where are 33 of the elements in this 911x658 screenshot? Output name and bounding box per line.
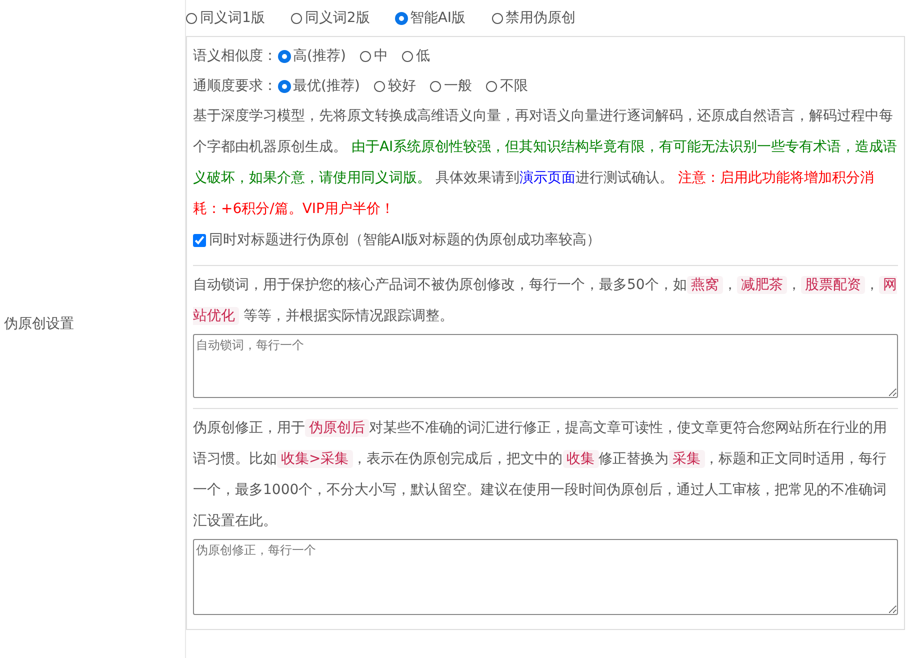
radio-button[interactable] — [430, 80, 441, 92]
radio-button[interactable] — [279, 50, 290, 62]
radio-button[interactable] — [186, 12, 197, 24]
checkbox[interactable] — [193, 234, 206, 246]
radio-label[interactable]: 禁用伪原创 — [506, 9, 576, 27]
radio-label[interactable]: 一般 — [444, 77, 472, 95]
radio-button[interactable] — [374, 80, 385, 92]
radio-label[interactable]: 同义词1版 — [200, 9, 265, 27]
demo-page-link[interactable]: 演示页面 — [519, 170, 576, 186]
radio-button[interactable] — [360, 50, 371, 62]
radio-button[interactable] — [492, 12, 503, 24]
radio-label[interactable]: 同义词2版 — [304, 9, 370, 27]
setting-label: 语义相似度： — [193, 47, 277, 65]
lock-words-field[interactable]: 自动锁词，每行一个 — [193, 334, 898, 398]
radio-button[interactable] — [290, 12, 302, 24]
corrections-field[interactable]: 伪原创修正，每行一个 — [193, 539, 898, 615]
radio-button[interactable] — [402, 50, 413, 62]
description-text: 基于深度学习模型，先将原文转换成高维语义向量，再对语义向量进行逐词解码，还原成自然语言，解码过程中每个字都由机器原创生成。 由于AI系统原创性较强，但其知识结构毕竟有限，有可能无法识别一些专有术语，造成语义破坏，如果介意，请使用同义词版。 具体效果请到演示页面进行测试确认。 注意：启用此功能将增加积分消耗：+6积分/篇。VIP用户半价！ — [193, 107, 898, 219]
radio-label[interactable]: 高(推荐) — [293, 47, 346, 65]
radio-button[interactable] — [279, 80, 290, 92]
radio-button[interactable] — [486, 80, 497, 92]
radio-label[interactable]: 最优(推荐) — [293, 77, 360, 95]
lock-words-description: 自动锁词，用于保护您的核心产品词不被伪原创修改，每行一个，最多50个，如 燕窝 ， 减肥茶 ， 股票配资 ， 网站优化 等等，并根据实际情况跟踪调整。 — [193, 275, 898, 327]
radio-button[interactable] — [396, 12, 407, 24]
radio-label[interactable]: 中 — [374, 47, 388, 65]
radio-label[interactable]: 较好 — [388, 77, 416, 95]
setting-label: 通顺度要求： — [193, 77, 277, 95]
radio-label[interactable]: 低 — [416, 47, 430, 65]
radio-label[interactable]: 智能AI版 — [410, 9, 466, 27]
settings-label: 伪原创设置 — [4, 315, 74, 333]
corrections-description: 伪原创修正，用于 伪原创后 对某些不准确的词汇进行修正，提高文章可读性，使文章更符合您网站所在行业的用语习惯。比如 收集>采集 ，表示在伪原创完成后，把文中的 收集 修正替换为 采集 ，标题和正文同时适用，每行一个，最多1000个，不分大小写，默认留空。建议在使用一段时间伪原创后，通过人工审核，把常见的不准确词汇设置在此。 — [193, 418, 888, 531]
radio-label[interactable]: 不限 — [500, 77, 528, 95]
checkbox-label[interactable]: 同时对标题进行伪原创（智能AI版对标题的伪原创成功率较高） — [209, 231, 601, 249]
